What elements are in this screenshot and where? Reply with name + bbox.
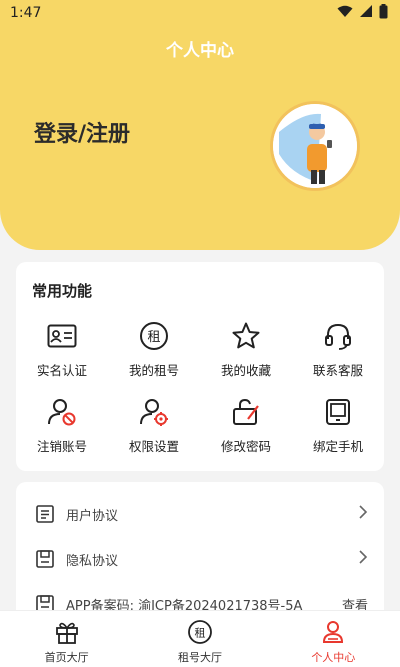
func-label: 实名认证 [36, 363, 87, 378]
tab-home-hall[interactable]: 首页大厅 [0, 611, 133, 667]
tab-rental-hall[interactable]: 租 租号大厅 [133, 611, 266, 667]
func-label: 我的收藏 [220, 363, 271, 378]
svg-text:租: 租 [194, 627, 205, 640]
common-functions-card: 常用功能 实名认证 租 我的租号 我的收藏 联系客服 注销账号 权限设置 修改密… [16, 262, 384, 471]
tab-personal-center[interactable]: 个人中心 [267, 611, 400, 667]
avatar[interactable] [270, 101, 360, 191]
signal-icon [359, 4, 373, 22]
func-change-password[interactable]: 修改密码 [200, 396, 292, 472]
func-real-name-auth[interactable]: 实名认证 [16, 320, 108, 396]
rent-icon: 租 [138, 320, 170, 352]
headset-icon [322, 320, 354, 352]
status-bar: 1:47 [0, 0, 400, 26]
user-cancel-icon [46, 396, 78, 428]
user-settings-icon [138, 396, 170, 428]
list-item-user-agreement[interactable]: 用户协议 [16, 492, 384, 536]
tab-label: 首页大厅 [44, 651, 89, 664]
login-register-link[interactable]: 登录/注册 [34, 116, 130, 148]
func-cancel-account[interactable]: 注销账号 [16, 396, 108, 472]
func-permission-settings[interactable]: 权限设置 [108, 396, 200, 472]
func-my-favorites[interactable]: 我的收藏 [200, 320, 292, 396]
func-label: 绑定手机 [312, 439, 363, 454]
save-document-icon [34, 548, 56, 570]
id-card-icon [46, 320, 78, 352]
rent-icon: 租 [186, 618, 214, 646]
page-title: 个人中心 [166, 41, 234, 61]
status-time: 1:47 [10, 5, 42, 21]
tablet-icon [322, 396, 354, 428]
battery-icon [379, 3, 388, 23]
list-label: 用户协议 [66, 508, 119, 524]
chevron-right-icon [358, 549, 368, 569]
func-bind-phone[interactable]: 绑定手机 [292, 396, 384, 472]
section-title: 常用功能 [32, 282, 93, 300]
tab-label: 租号大厅 [177, 651, 222, 664]
func-contact-support[interactable]: 联系客服 [292, 320, 384, 396]
func-label: 我的租号 [128, 363, 179, 378]
bottom-tab-bar: 首页大厅 租 租号大厅 个人中心 [0, 610, 400, 667]
func-label: 修改密码 [220, 439, 271, 454]
svg-text:租: 租 [147, 330, 160, 345]
lock-edit-icon [230, 396, 262, 428]
tab-label: 个人中心 [311, 651, 356, 664]
wifi-icon [337, 5, 353, 22]
func-label: 联系客服 [312, 363, 363, 378]
document-icon [34, 503, 56, 525]
gift-icon [53, 618, 81, 646]
star-icon [230, 320, 262, 352]
func-label: 注销账号 [36, 439, 87, 454]
profile-header: 1:47 个人中心 登录/注册 [0, 0, 400, 250]
list-label: 隐私协议 [66, 553, 119, 569]
func-my-rentals[interactable]: 租 我的租号 [108, 320, 200, 396]
chevron-right-icon [358, 504, 368, 524]
func-label: 权限设置 [128, 439, 179, 454]
list-item-privacy-agreement[interactable]: 隐私协议 [16, 537, 384, 581]
user-icon [319, 618, 347, 646]
